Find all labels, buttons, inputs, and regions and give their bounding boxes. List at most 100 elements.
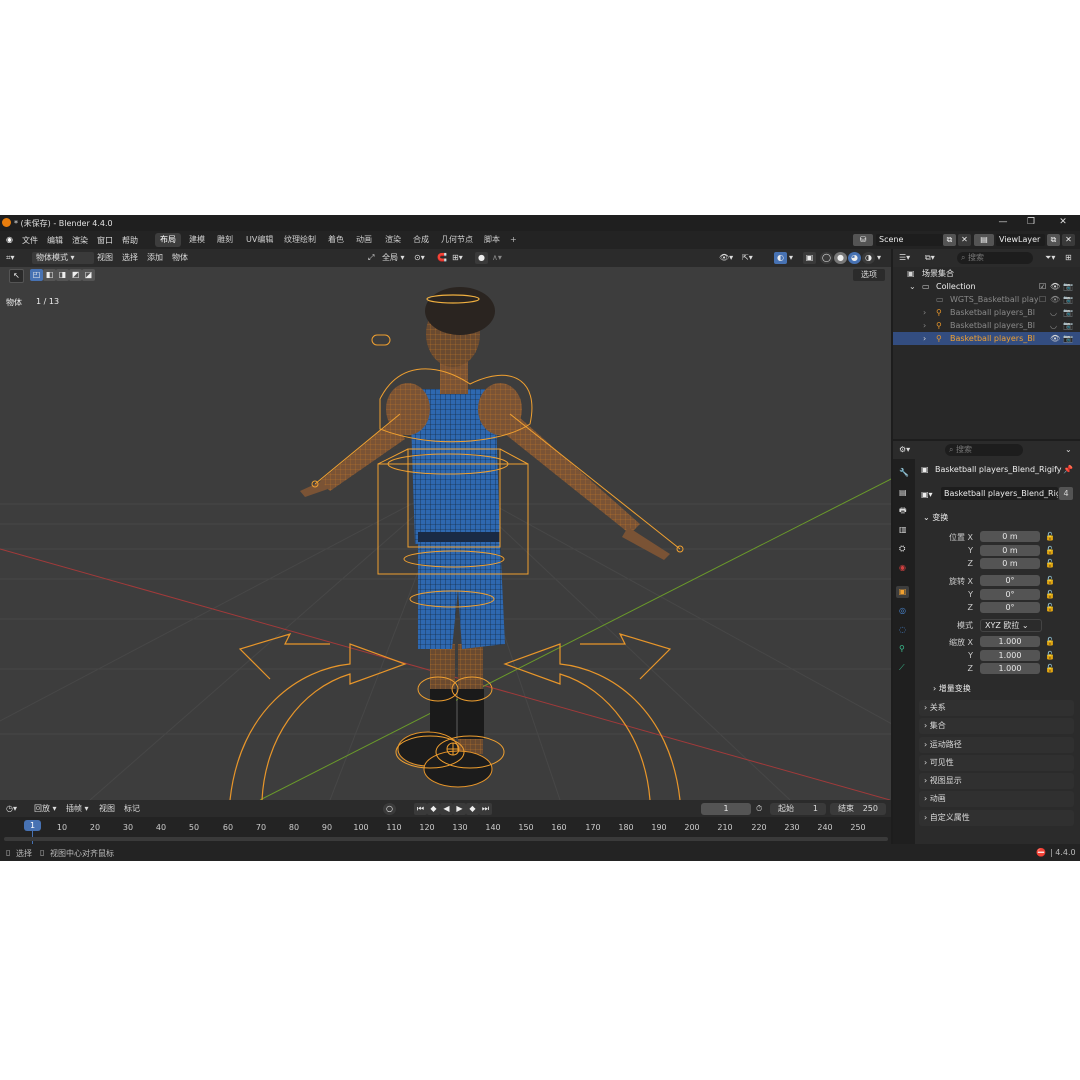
object-tab-icon[interactable]: ▣ bbox=[896, 586, 909, 598]
new-scene-icon[interactable]: ⧉ bbox=[943, 234, 956, 246]
rotation-x-field[interactable]: 0° bbox=[980, 575, 1040, 586]
lock-icon[interactable]: 🔓 bbox=[1045, 546, 1055, 555]
timeline-editor-type-icon[interactable]: ◷▾ bbox=[6, 803, 17, 815]
eye-icon[interactable]: 👁 bbox=[1050, 293, 1060, 306]
location-z-field[interactable]: 0 m bbox=[980, 558, 1040, 569]
jump-to-keyframe-back-icon[interactable]: ◆ bbox=[427, 803, 440, 815]
camera-icon[interactable]: 📷 bbox=[1063, 306, 1073, 319]
world-tab-icon[interactable]: ◉ bbox=[899, 562, 906, 574]
material-preview-shading-icon[interactable]: ◕ bbox=[848, 252, 861, 264]
wireframe-shading-icon[interactable]: ◯ bbox=[820, 252, 833, 264]
tab-rendering[interactable]: 渲染 bbox=[380, 233, 406, 247]
jump-to-keyframe-forward-icon[interactable]: ◆ bbox=[466, 803, 479, 815]
jump-to-end-icon[interactable]: ⏭ bbox=[479, 803, 492, 815]
tab-compositing[interactable]: 合成 bbox=[408, 233, 434, 247]
gizmo-toggle-icon[interactable]: ⇱▾ bbox=[742, 252, 753, 264]
preview-range-icon[interactable]: ⏱ bbox=[756, 803, 762, 815]
tab-texture-paint[interactable]: 纹理绘制 bbox=[279, 233, 321, 247]
rotation-z-field[interactable]: 0° bbox=[980, 602, 1040, 613]
panel-custom-properties[interactable]: › 自定义属性 bbox=[919, 810, 1074, 826]
camera-icon[interactable]: 📷 bbox=[1063, 319, 1073, 332]
tab-geometry-nodes[interactable]: 几何节点 bbox=[436, 233, 478, 247]
timeline-menu-keying[interactable]: 插帧 ▾ bbox=[66, 803, 89, 815]
physics-tab-icon[interactable]: ◌ bbox=[899, 624, 906, 636]
eye-hidden-icon[interactable]: ◡ bbox=[1050, 306, 1057, 319]
xray-toggle-icon[interactable]: ▣ bbox=[803, 252, 816, 264]
scale-x-field[interactable]: 1.000 bbox=[980, 636, 1040, 647]
select-intersect-icon[interactable]: ◪ bbox=[82, 269, 95, 281]
lock-icon[interactable]: 🔓 bbox=[1045, 559, 1055, 568]
scale-y-field[interactable]: 1.000 bbox=[980, 650, 1040, 661]
delta-transform-panel-header[interactable]: › 增量变换 bbox=[933, 683, 971, 694]
bone-tab-icon[interactable]: ⟋ bbox=[899, 662, 905, 674]
tool-tab-icon[interactable]: 🔧 bbox=[899, 467, 909, 479]
tab-animation[interactable]: 动画 bbox=[351, 233, 377, 247]
panel-motion-paths[interactable]: › 运动路径 bbox=[919, 737, 1074, 753]
menu-render[interactable]: 渲染 bbox=[72, 235, 88, 246]
timeline-menu-view[interactable]: 视图 bbox=[99, 803, 115, 815]
pin-icon[interactable]: 📌 bbox=[1063, 465, 1073, 474]
new-view-layer-icon[interactable]: ⧉ bbox=[1047, 234, 1060, 246]
new-collection-icon[interactable]: ⊞ bbox=[1065, 252, 1072, 264]
camera-icon[interactable]: 📷 bbox=[1063, 293, 1073, 306]
outliner-row-object-selected[interactable]: › ⚲ Basketball players_Blen 👁 📷 bbox=[893, 332, 1080, 345]
lock-icon[interactable]: 🔓 bbox=[1045, 664, 1055, 673]
tab-sculpting[interactable]: 雕刻 bbox=[212, 233, 238, 247]
panel-collections[interactable]: › 集合 bbox=[919, 718, 1074, 734]
tab-scripting[interactable]: 脚本 bbox=[479, 233, 505, 247]
outliner-row-collection[interactable]: ⌄ ▭ Collection ☑ 👁 📷 bbox=[893, 280, 1080, 293]
proportional-edit-icon[interactable]: ● bbox=[475, 252, 488, 264]
timeline-menu-marker[interactable]: 标记 bbox=[124, 803, 140, 815]
overlay-dropdown-icon[interactable]: ▾ bbox=[789, 252, 793, 264]
outliner-row-object[interactable]: › ⚲ Basketball players_Blen ◡ 📷 bbox=[893, 319, 1080, 332]
close-button[interactable]: ✕ bbox=[1056, 217, 1070, 229]
tab-layout[interactable]: 布局 bbox=[155, 233, 181, 247]
lock-icon[interactable]: 🔓 bbox=[1045, 603, 1055, 612]
options-button[interactable]: 选项 bbox=[853, 269, 885, 281]
mode-dropdown[interactable]: 物体模式 ▾ bbox=[32, 252, 94, 264]
visibility-filter-icon[interactable]: 👁▾ bbox=[719, 252, 733, 264]
delete-view-layer-icon[interactable]: ✕ bbox=[1062, 234, 1075, 246]
view-layer-tab-icon[interactable]: ▥ bbox=[899, 524, 907, 536]
lock-icon[interactable]: 🔓 bbox=[1045, 532, 1055, 541]
timeline-frame-ruler[interactable]: 1 10 20 30 40 50 60 70 80 90 100 110 120… bbox=[0, 817, 891, 844]
eye-icon[interactable]: 👁 bbox=[1050, 332, 1060, 345]
select-subtract-icon[interactable]: ◨ bbox=[56, 269, 69, 281]
maximize-button[interactable]: ❐ bbox=[1024, 217, 1038, 229]
tab-shading[interactable]: 着色 bbox=[323, 233, 349, 247]
shading-dropdown-icon[interactable]: ▾ bbox=[877, 252, 881, 264]
panel-visibility[interactable]: › 可见性 bbox=[919, 755, 1074, 771]
rotation-mode-dropdown[interactable]: XYZ 欧拉 ⌄ bbox=[980, 619, 1042, 632]
timeline-scrollbar[interactable] bbox=[4, 837, 888, 841]
playhead-frame-indicator[interactable]: 1 bbox=[24, 820, 41, 831]
camera-icon[interactable]: 📷 bbox=[1063, 280, 1073, 293]
play-reverse-icon[interactable]: ◀ bbox=[440, 803, 453, 815]
datablock-icon[interactable]: ▣▾ bbox=[921, 490, 933, 499]
outliner-row-scene-collection[interactable]: ▣ 场景集合 bbox=[893, 267, 1080, 280]
outliner-row-object[interactable]: › ⚲ Basketball players_Blen ◡ 📷 bbox=[893, 306, 1080, 319]
properties-search-input[interactable]: ⌕ 搜索 bbox=[945, 444, 1023, 456]
outliner-editor-type-icon[interactable]: ☰▾ bbox=[899, 252, 910, 264]
camera-icon[interactable]: 📷 bbox=[1063, 332, 1073, 345]
viewport-menu-add[interactable]: 添加 bbox=[147, 252, 163, 264]
view-layer-field[interactable]: ViewLayer bbox=[996, 234, 1045, 246]
menu-file[interactable]: 文件 bbox=[22, 235, 38, 246]
outliner-display-mode-icon[interactable]: ⧉▾ bbox=[925, 252, 935, 264]
exclude-checkbox-icon[interactable]: ☑ bbox=[1039, 280, 1046, 293]
viewport-menu-object[interactable]: 物体 bbox=[172, 252, 188, 264]
lock-icon[interactable]: 🔓 bbox=[1045, 651, 1055, 660]
properties-options-icon[interactable]: ⌄ bbox=[1065, 444, 1072, 456]
modifier-tab-icon[interactable]: ◎ bbox=[899, 605, 906, 617]
pivot-point-icon[interactable]: ⊙▾ bbox=[414, 252, 425, 264]
scene-tab-icon[interactable]: ⛭ bbox=[899, 543, 905, 555]
tab-uv-editing[interactable]: UV编辑 bbox=[241, 233, 278, 247]
eye-hidden-icon[interactable]: ◡ bbox=[1050, 319, 1057, 332]
render-tab-icon[interactable]: ▤ bbox=[899, 487, 907, 499]
transform-orientation-dropdown[interactable]: 全局 ▾ bbox=[382, 252, 405, 264]
select-new-icon[interactable]: ◰ bbox=[30, 269, 43, 281]
solid-shading-icon[interactable]: ● bbox=[834, 252, 847, 264]
outliner-search-input[interactable]: ⌕ 搜索 bbox=[957, 252, 1033, 264]
scale-z-field[interactable]: 1.000 bbox=[980, 663, 1040, 674]
select-extend-icon[interactable]: ◧ bbox=[43, 269, 56, 281]
snap-target-icon[interactable]: ⊞▾ bbox=[452, 252, 463, 264]
